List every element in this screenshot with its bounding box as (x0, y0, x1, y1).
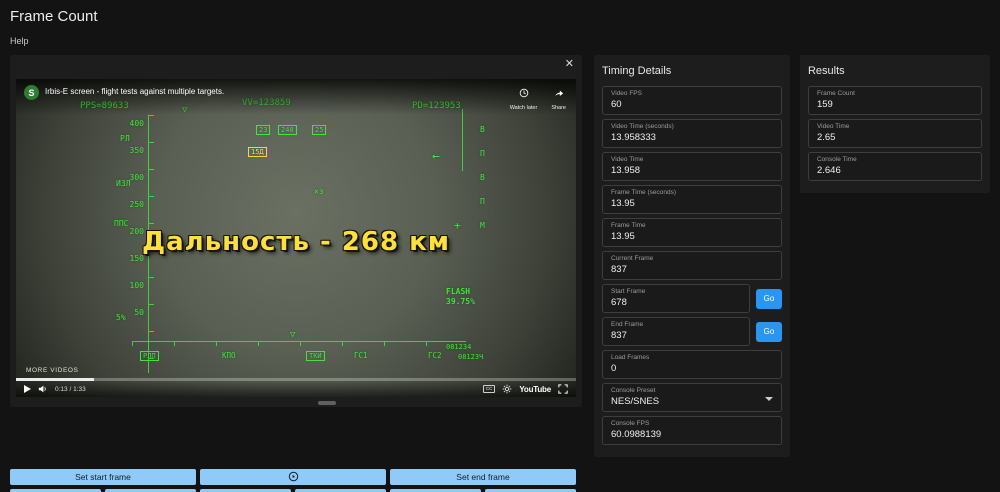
hud-percent: 5% (116, 313, 126, 322)
watch-later-icon (519, 85, 529, 103)
hud-mode-label: РЛ (120, 134, 130, 143)
share-label: Share (551, 105, 566, 111)
console-preset-select[interactable]: Console Preset NES/SNES (602, 383, 782, 412)
hud-range-text: Дальность - 268 км (16, 227, 576, 257)
hud-target-box: 15Д (248, 147, 267, 157)
hud-top-box: 240 (278, 125, 297, 135)
more-videos-label[interactable]: MORE VIDEOS (26, 367, 78, 374)
video-fps-field[interactable]: Video FPS 60 (602, 86, 782, 115)
frame-count-app: Frame Count Help ✕ PPS=89633 VV=123859 P… (0, 0, 1000, 492)
share-button[interactable]: Share (551, 85, 566, 111)
scrollbar-thumb[interactable] (318, 401, 336, 405)
video-frame: PPS=89633 VV=123859 PD=123953 ▽ 400 350 … (16, 79, 576, 397)
frame-time-field[interactable]: Frame Time 13.95 (602, 218, 782, 247)
main-row: ✕ PPS=89633 VV=123859 PD=123953 ▽ 400 35… (10, 55, 990, 457)
video-title[interactable]: Irbis-E screen - flight tests against mu… (45, 85, 504, 96)
hud-triangle-bottom-icon: ▽ (290, 330, 295, 340)
console-fps-field[interactable]: Console FPS 60.0988139 (602, 416, 782, 445)
hud-right-letter: В (480, 125, 485, 134)
hud-scale-value: 350 (130, 146, 144, 155)
video-controls-bar: 0:13 / 1:33 CC YouTube (16, 381, 576, 397)
page-title: Frame Count (10, 8, 990, 25)
results-title: Results (808, 65, 982, 77)
current-frame-button[interactable] (200, 469, 386, 485)
close-icon[interactable]: ✕ (565, 59, 574, 70)
horizontal-scrollbar[interactable] (16, 401, 576, 405)
end-frame-go-button[interactable]: Go (756, 322, 782, 342)
hud-bottom-label: ГС2 (428, 351, 442, 360)
start-frame-row: Start Frame 678 Go (602, 284, 782, 313)
hud-bottom-label: ГС1 (354, 351, 368, 360)
hud-code: 08123Ч (458, 353, 483, 361)
set-start-frame-button[interactable]: Set start frame (10, 469, 196, 485)
video-time-field[interactable]: Video Time 13.958 (602, 152, 782, 181)
channel-avatar[interactable]: S (24, 85, 39, 100)
video-actions: Watch later Share (510, 85, 568, 111)
hud-scale-value: 100 (130, 281, 144, 290)
frame-time-seconds-field[interactable]: Frame Time (seconds) 13.95 (602, 185, 782, 214)
video-time-seconds-field[interactable]: Video Time (seconds) 13.958333 (602, 119, 782, 148)
hud-top-box: 25 (312, 125, 326, 135)
watch-later-button[interactable]: Watch later (510, 85, 538, 111)
video-title-bar: S Irbis-E screen - flight tests against … (16, 79, 576, 115)
hud-center-mark-icon: ×з (314, 187, 324, 196)
settings-gear-icon[interactable] (502, 384, 512, 394)
help-menu[interactable]: Help (10, 36, 29, 46)
hud-bottom-label: ТКИ (306, 351, 325, 361)
hud-bottom-label: РЛП (140, 351, 159, 361)
hud-mode-label: ИЗЛ (116, 179, 130, 188)
share-icon (554, 85, 564, 103)
hud-scale-value: 250 (130, 200, 144, 209)
hud-top-box: 23 (256, 125, 270, 135)
play-circle-icon (288, 471, 299, 484)
watch-later-label: Watch later (510, 105, 538, 111)
volume-icon[interactable] (38, 384, 48, 394)
current-frame-field[interactable]: Current Frame 837 (602, 251, 782, 280)
time-display: 0:13 / 1:33 (55, 386, 86, 393)
youtube-logo[interactable]: YouTube (519, 385, 551, 394)
hud-flash-value: 39.75% (446, 297, 475, 306)
results-panel: Results Frame Count 159 Video Time 2.65 … (800, 55, 990, 193)
hud-code: 081234 (446, 343, 471, 351)
hud-bottom-label: КПО (222, 351, 236, 360)
hud-right-line (462, 109, 463, 171)
start-frame-go-button[interactable]: Go (756, 289, 782, 309)
hud-right-letter: П (480, 149, 485, 158)
chevron-down-icon (765, 397, 773, 401)
video-panel: ✕ PPS=89633 VV=123859 PD=123953 ▽ 400 35… (10, 55, 582, 407)
frame-controls: Set start frame Set end frame -10f -5f -… (10, 469, 576, 492)
frame-count-field: Frame Count 159 (808, 86, 982, 115)
load-frames-field[interactable]: Load Frames 0 (602, 350, 782, 379)
hud-bottom-ticks (132, 342, 466, 346)
end-frame-field[interactable]: End Frame 837 (602, 317, 750, 346)
timing-details-panel: Timing Details Video FPS 60 Video Time (… (594, 55, 790, 457)
console-time-field: Console Time 2.646 (808, 152, 982, 181)
hud-scale-value: 50 (134, 308, 144, 317)
fullscreen-icon[interactable] (558, 384, 568, 394)
captions-icon[interactable]: CC (483, 385, 496, 394)
hud-scale-value: 400 (130, 119, 144, 128)
result-video-time-field: Video Time 2.65 (808, 119, 982, 148)
start-frame-field[interactable]: Start Frame 678 (602, 284, 750, 313)
hud-flash-label: FLASH (446, 287, 470, 296)
end-frame-row: End Frame 837 Go (602, 317, 782, 346)
hud-right-letter: П (480, 197, 485, 206)
hud-right-letter: В (480, 173, 485, 182)
timing-details-title: Timing Details (602, 65, 782, 77)
hud-left-arrow-icon: ← (432, 149, 440, 164)
set-end-frame-button[interactable]: Set end frame (390, 469, 576, 485)
play-icon[interactable] (24, 385, 31, 393)
hud-scale-value: 300 (130, 173, 144, 182)
video-player[interactable]: PPS=89633 VV=123859 PD=123953 ▽ 400 350 … (16, 79, 576, 397)
